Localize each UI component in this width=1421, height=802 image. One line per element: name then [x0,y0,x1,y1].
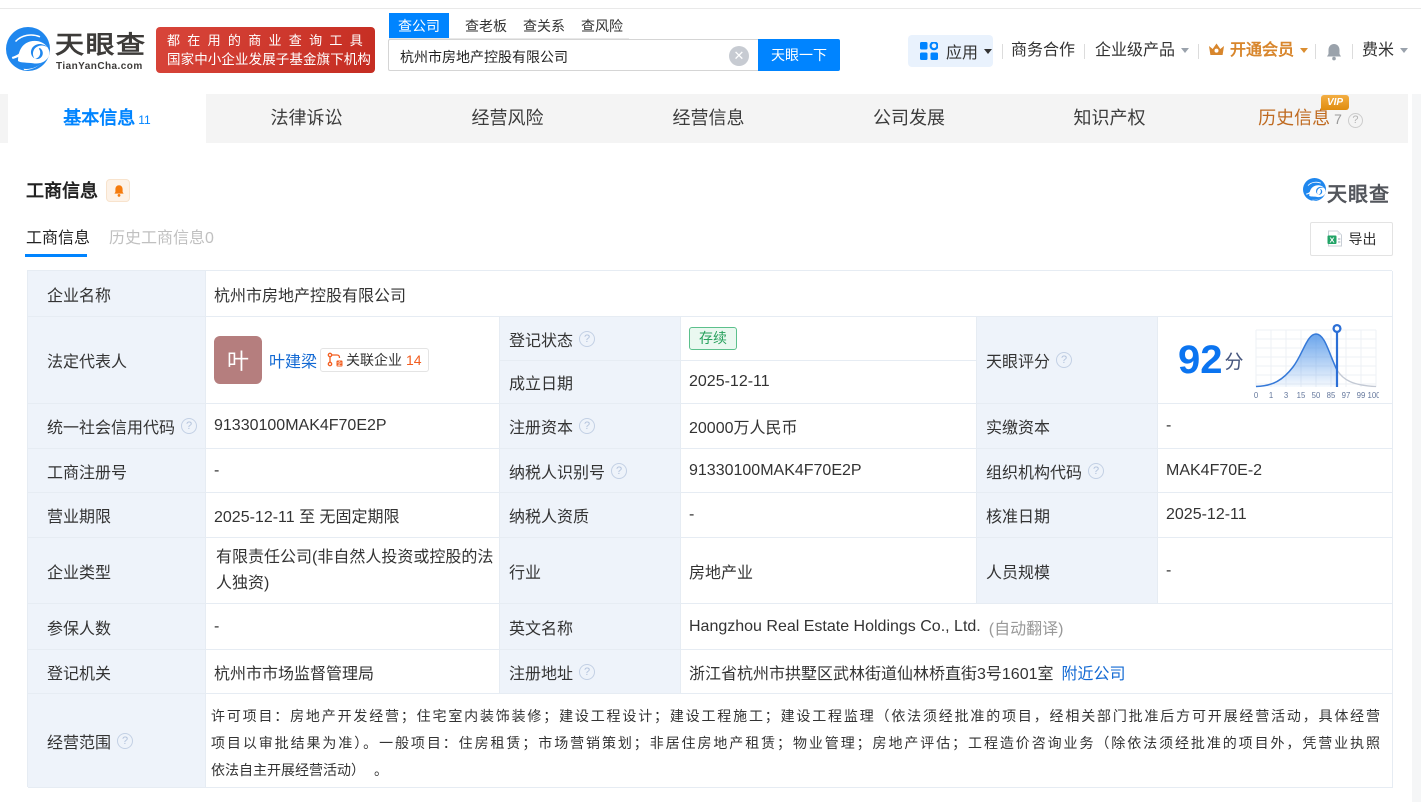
svg-text:97: 97 [1341,391,1350,400]
svg-text:企: 企 [337,360,342,367]
svg-text:15: 15 [1296,391,1305,400]
svg-text:50: 50 [1311,391,1320,400]
svg-text:X: X [1329,235,1334,244]
svg-text:0: 0 [1253,391,1258,400]
svg-text:3: 3 [1283,391,1287,400]
svg-text:1: 1 [1268,391,1272,400]
svg-text:85: 85 [1326,391,1335,400]
svg-text:100: 100 [1367,391,1379,400]
svg-text:99: 99 [1356,391,1365,400]
